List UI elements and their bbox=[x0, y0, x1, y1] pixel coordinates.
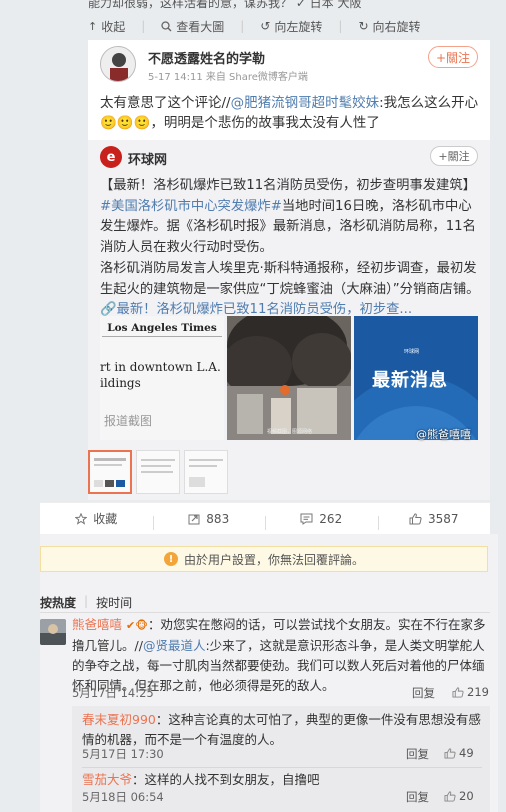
comment-button[interactable]: 262 bbox=[265, 512, 378, 530]
image-caption: 视频截图，图源网络 bbox=[267, 429, 313, 435]
article-link[interactable]: 🔗最新！洛杉矶爆炸已致11名消防员受伤，初步查... bbox=[100, 302, 412, 317]
thumbs-up-icon bbox=[452, 686, 464, 698]
reply-button[interactable]: 回复 bbox=[406, 746, 429, 762]
view-large-button[interactable]: 查看大圖 bbox=[161, 18, 224, 35]
comment-like-button[interactable]: 219 bbox=[452, 685, 489, 699]
reply-text: 春末夏初990：这种言论真的太可怕了，典型的更像一件没有思想没有感情的机器，而不… bbox=[82, 712, 481, 747]
collapse-button[interactable]: ↑ 收起 bbox=[88, 18, 125, 35]
mention-link[interactable]: @肥猪流钢哥超时髦姣妹 bbox=[231, 95, 380, 111]
thumbs-up-icon bbox=[409, 512, 422, 525]
headline-line-1: rt in downtown L.A. explo bbox=[100, 360, 224, 374]
divider bbox=[82, 767, 482, 768]
divider bbox=[40, 612, 490, 613]
reply-text: 雪茄大爷：这样的人找不到女朋友，自撸吧 bbox=[82, 772, 320, 787]
reply-button[interactable]: 回复 bbox=[406, 789, 429, 805]
reply-user-name[interactable]: 雪茄大爷 bbox=[82, 772, 132, 787]
image-caption: 报道截图 bbox=[104, 414, 153, 428]
thumbs-up-icon bbox=[444, 790, 456, 802]
toolbar-divider: | bbox=[141, 19, 146, 33]
repost-text: 太有意思了这个评论//@肥猪流钢哥超时髦姣妹:我怎么这么开心🙂🙂🙂，明明是个悲伤… bbox=[100, 95, 479, 131]
reply-like-button[interactable]: 20 bbox=[444, 789, 474, 803]
comment-disabled-notice: ! 由於用户設置，你無法回覆評論。 bbox=[40, 546, 488, 572]
reply-button[interactable]: 回复 bbox=[412, 685, 435, 701]
thumbs-up-icon bbox=[444, 747, 456, 759]
repost-user-name[interactable]: 不愿透露姓名的学勒 bbox=[148, 48, 265, 67]
action-bar: 收藏 883 262 3587 bbox=[40, 502, 490, 534]
thumbnail[interactable] bbox=[136, 450, 180, 494]
mention-link[interactable]: @贤最道人 bbox=[143, 638, 206, 653]
repost-icon bbox=[188, 513, 200, 525]
source-avatar[interactable]: e bbox=[100, 146, 122, 168]
commenter-name[interactable]: 熊爸嘻嘻 bbox=[72, 617, 122, 632]
tab-sort-hot[interactable]: 按热度 bbox=[40, 594, 76, 611]
thumbnail[interactable] bbox=[88, 450, 132, 494]
headline-line-2: ildings bbox=[100, 376, 141, 390]
thumbnail-strip bbox=[88, 450, 228, 494]
newspaper-masthead: Los Angeles Times bbox=[107, 322, 217, 334]
news-screenshot-image[interactable]: Los Angeles Times rt in downtown L.A. ex… bbox=[100, 316, 224, 440]
magnifier-icon bbox=[161, 20, 172, 32]
warning-icon: ! bbox=[163, 552, 178, 566]
emoji-icon: 🙂🙂🙂 bbox=[100, 115, 151, 131]
comment-time: 5月17日 14:25 bbox=[72, 686, 154, 700]
truncated-text: 能力却很弱，这样活着的意，谋苏我？ ✓ 日本 大阪 bbox=[88, 0, 362, 10]
hashtag-link[interactable]: #美国洛杉矶市中心突发爆炸# bbox=[100, 199, 282, 214]
source-name[interactable]: 环球网 bbox=[128, 149, 167, 168]
tab-divider: | bbox=[84, 594, 89, 608]
image-watermark: @熊爸嘻嘻 bbox=[416, 428, 471, 441]
comment-text: 熊爸嘻嘻 ✔🐵：劝您实在憋闷的话，可以尝试找个女朋友。实在不行在家多撸几管儿。/… bbox=[72, 617, 486, 693]
rotate-right-icon: ↻ bbox=[358, 19, 369, 33]
source-paragraph-1: 【最新！洛杉矶爆炸已致11名消防员受伤，初步查明事发建筑】#美国洛杉矶市中心突发… bbox=[100, 178, 476, 255]
reply-time: 5月18日 06:54 bbox=[82, 790, 164, 804]
repost-meta: 5-17 14:11 来自 Share微博客户端 bbox=[148, 72, 308, 83]
star-icon bbox=[75, 512, 88, 525]
explosion-photo[interactable]: 视频截图，图源网络 bbox=[227, 316, 351, 440]
repost-button[interactable]: 883 bbox=[152, 512, 266, 530]
commenter-avatar[interactable] bbox=[40, 619, 66, 645]
breaking-news-image[interactable]: 环球网 最新消息 bbox=[354, 316, 478, 440]
favorite-button[interactable]: 收藏 bbox=[40, 510, 153, 527]
news-logo: 环球网 bbox=[404, 349, 420, 355]
rotate-right-button[interactable]: ↻ 向右旋转 bbox=[358, 18, 420, 35]
thumbnail[interactable] bbox=[184, 450, 228, 494]
toolbar-divider: | bbox=[240, 19, 245, 33]
follow-button[interactable]: +關注 bbox=[428, 46, 478, 68]
reply-user-name[interactable]: 春末夏初990 bbox=[82, 712, 156, 727]
image-toolbar: ↑ 收起 | 查看大圖 | ↺ 向左旋转 | ↻ 向右旋转 bbox=[88, 14, 490, 38]
tab-sort-time[interactable]: 按时间 bbox=[96, 594, 132, 611]
rotate-left-button[interactable]: ↺ 向左旋转 bbox=[260, 18, 322, 35]
comment-sort-tabs: 按热度 | 按时间 bbox=[40, 594, 132, 611]
like-button[interactable]: 3587 bbox=[377, 512, 491, 530]
reply-time: 5月17日 17:30 bbox=[82, 747, 164, 761]
source-paragraph-2: 洛杉矶消防局发言人埃里克·斯科特通报称，经初步调查，最初发生起火的建筑物是一家供… bbox=[100, 261, 480, 317]
source-follow-button[interactable]: +關注 bbox=[430, 146, 478, 166]
verified-badge-icon: ✔🐵 bbox=[126, 619, 148, 632]
collapse-arrow-icon: ↑ bbox=[88, 19, 98, 33]
comment-icon bbox=[300, 513, 313, 525]
breaking-news-text: 最新消息 bbox=[372, 370, 448, 391]
reply-like-button[interactable]: 49 bbox=[444, 746, 474, 760]
rotate-left-icon: ↺ bbox=[260, 19, 271, 33]
toolbar-divider: | bbox=[338, 19, 343, 33]
avatar[interactable] bbox=[100, 46, 136, 82]
